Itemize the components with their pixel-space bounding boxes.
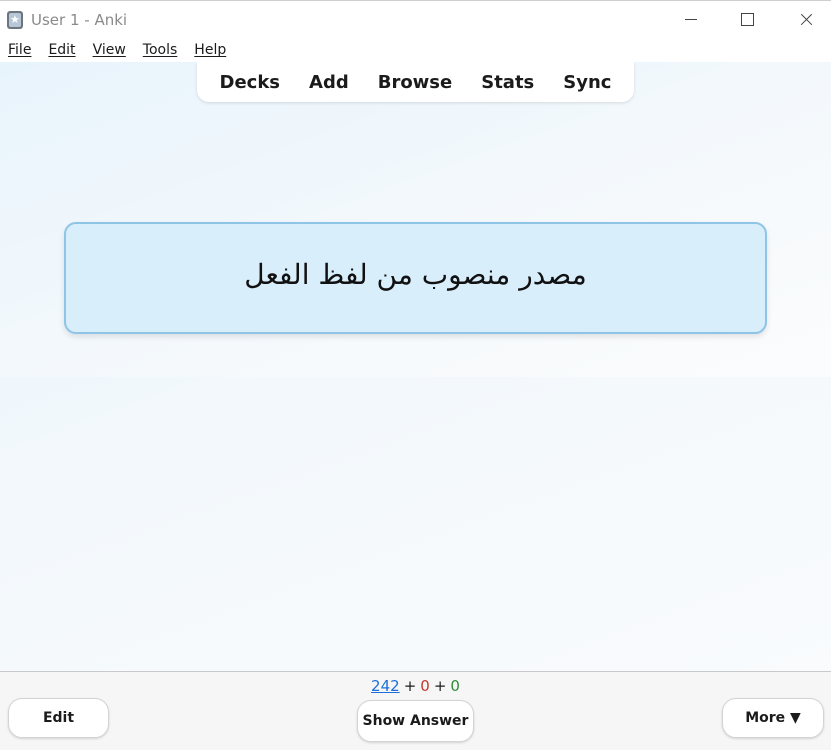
toolbar-sync[interactable]: Sync (555, 68, 619, 97)
count-new[interactable]: 242 (371, 677, 400, 695)
window-title: User 1 - Anki (31, 11, 128, 29)
menu-bar: File Edit View Tools Help (0, 38, 831, 62)
flashcard: مصدر منصوب من لفظ الفعل (64, 222, 767, 334)
more-button[interactable]: More ▼ (722, 698, 824, 738)
toolbar-stats[interactable]: Stats (473, 68, 542, 97)
review-area: Decks Add Browse Stats Sync مصدر منصوب م… (0, 62, 831, 671)
toolbar-browse[interactable]: Browse (370, 68, 461, 97)
toolbar-add[interactable]: Add (301, 68, 357, 97)
maximize-icon[interactable] (731, 7, 763, 33)
minimize-icon[interactable] (675, 7, 707, 33)
card-front-text: مصدر منصوب من لفظ الفعل (244, 257, 587, 291)
count-separator: + (403, 677, 417, 695)
toolbar-decks[interactable]: Decks (212, 68, 289, 97)
edit-button[interactable]: Edit (8, 698, 109, 738)
due-counts: 242 +0 +0 (0, 677, 831, 695)
count-learn: 0 (420, 677, 430, 695)
show-answer-button[interactable]: Show Answer (357, 700, 474, 742)
close-icon[interactable] (790, 7, 822, 33)
count-separator: + (433, 677, 447, 695)
main-toolbar: Decks Add Browse Stats Sync (197, 62, 634, 102)
bottom-bar: 242 +0 +0 Edit Show Answer More ▼ (0, 671, 831, 750)
anki-icon (7, 11, 23, 29)
menu-tools[interactable]: Tools (143, 42, 178, 58)
menu-edit[interactable]: Edit (48, 42, 75, 58)
title-bar: User 1 - Anki (0, 0, 831, 38)
count-review: 0 (450, 677, 460, 695)
menu-file[interactable]: File (8, 42, 31, 58)
menu-view[interactable]: View (93, 42, 126, 58)
menu-help[interactable]: Help (194, 42, 226, 58)
